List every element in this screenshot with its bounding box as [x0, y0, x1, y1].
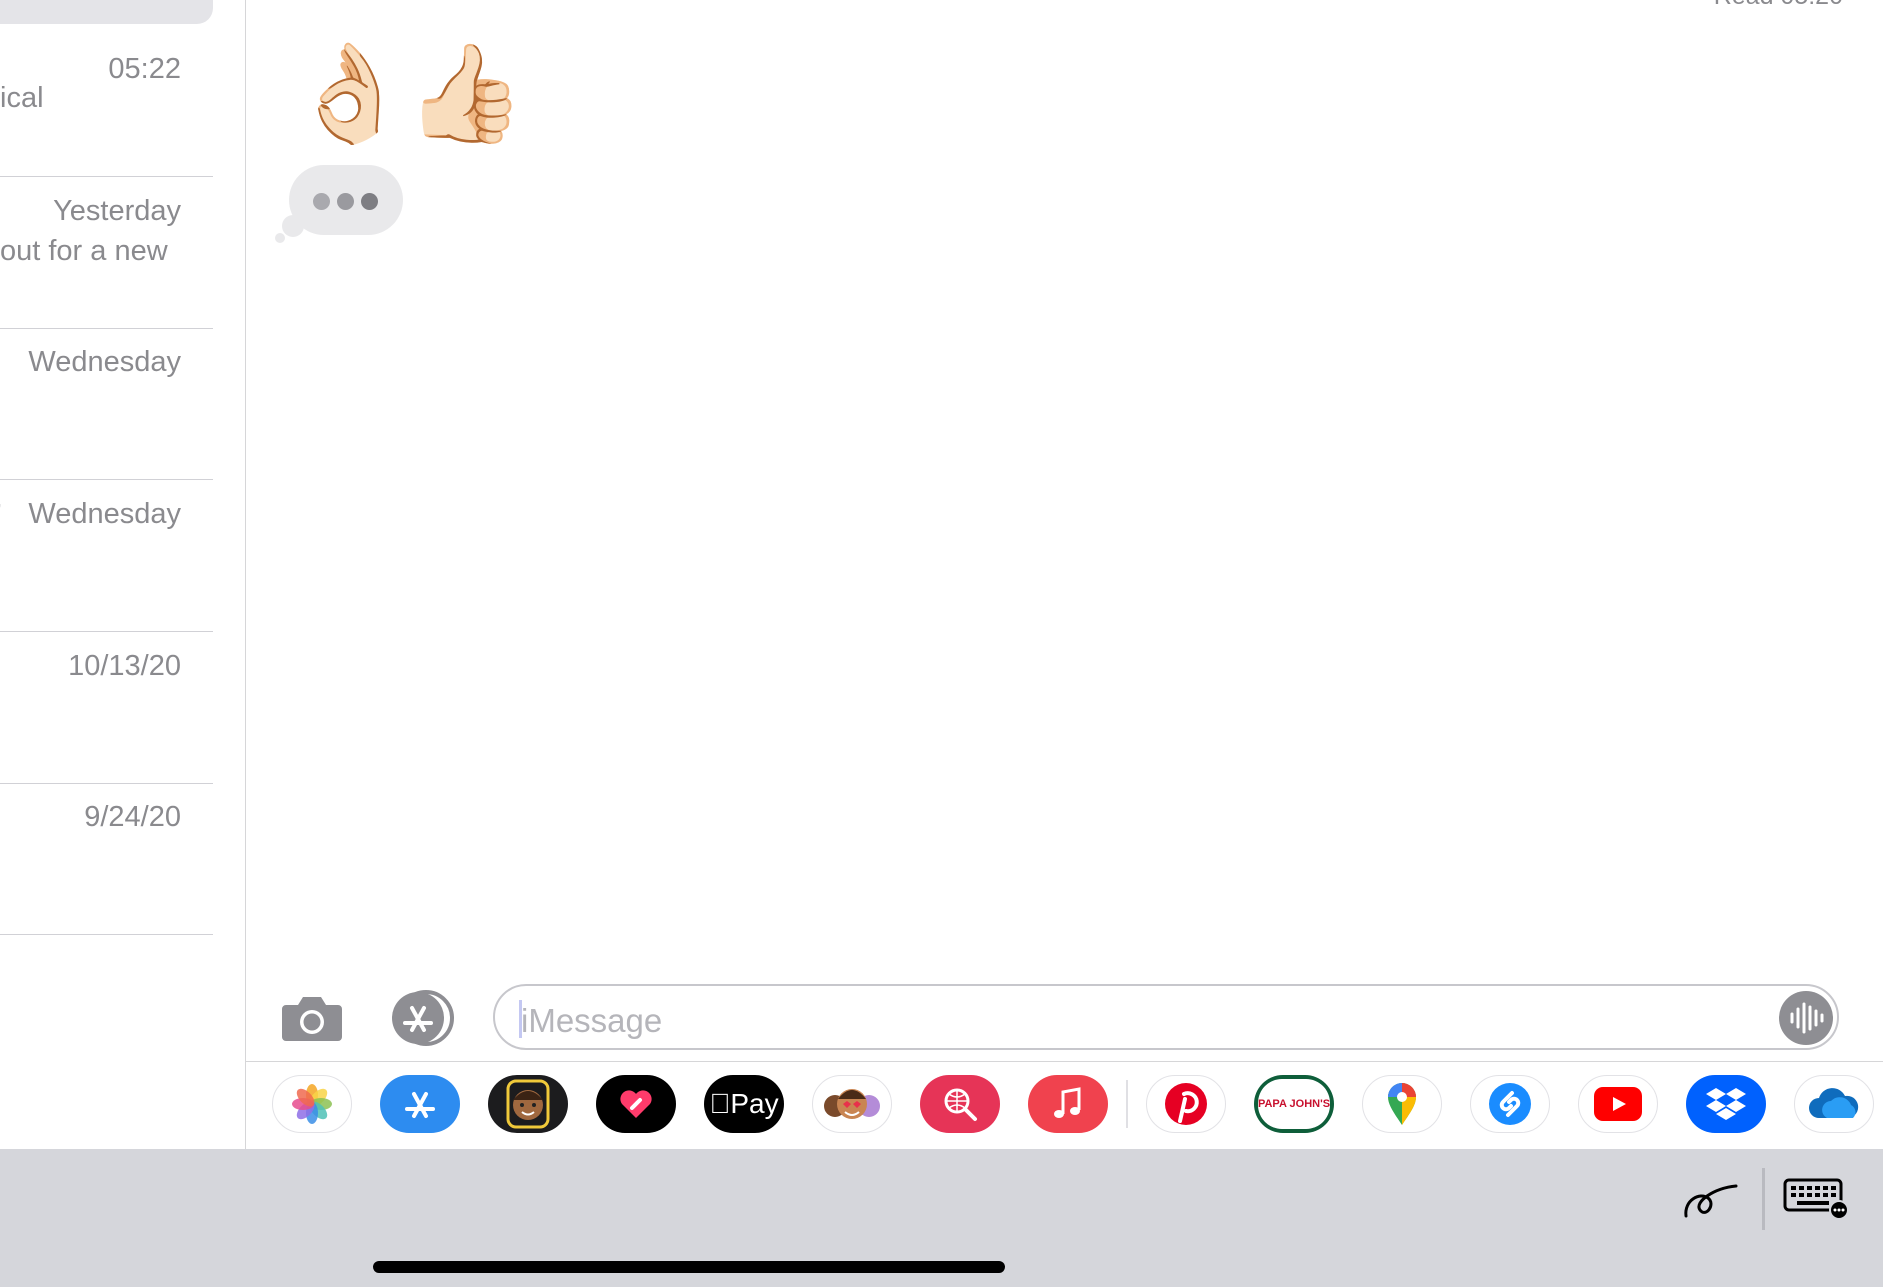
- app-store-icon: [405, 1092, 435, 1118]
- digital-touch-icon: [620, 1090, 652, 1118]
- emoji-message-bubble[interactable]: 👌🏻👍🏻: [290, 38, 525, 148]
- apple-pay-icon: : [709, 1088, 730, 1120]
- app-memoji-stickers[interactable]: [812, 1075, 892, 1133]
- google-maps-icon: [1388, 1083, 1416, 1125]
- papa-johns-icon: PAPA JOHN'S: [1258, 1079, 1330, 1129]
- message-placeholder: iMessage: [521, 1002, 663, 1039]
- app-google-maps[interactable]: [1362, 1075, 1442, 1133]
- apple-pay-label: Pay: [719, 1088, 778, 1119]
- app-drawer-separator: [1126, 1080, 1128, 1128]
- conversation-row[interactable]: 9/24/20: [0, 783, 213, 935]
- conversation-row[interactable]: Yesterday out for a new: [0, 177, 213, 329]
- dropbox-icon: [1706, 1088, 1746, 1120]
- message-input[interactable]: iMessage: [493, 984, 1839, 1050]
- memoji-icon: [506, 1079, 550, 1129]
- home-indicator[interactable]: [373, 1261, 1005, 1273]
- conversation-list: 05:22 ical Yesterday out for a new Wedne…: [0, 0, 246, 1149]
- typing-bubble-tail: [275, 233, 285, 243]
- typing-dot: [361, 193, 378, 210]
- papa-johns-label: PAPA JOHN'S: [1257, 1098, 1331, 1110]
- shazam-icon: [1489, 1083, 1531, 1125]
- read-mark: ’: [0, 498, 2, 529]
- app-store-button[interactable]: [386, 990, 458, 1046]
- app-images[interactable]: [920, 1075, 1000, 1133]
- app-app-store[interactable]: [380, 1075, 460, 1133]
- youtube-icon: [1594, 1087, 1642, 1121]
- handwriting-icon: [1684, 1184, 1738, 1218]
- memoji-stickers-icon: [824, 1089, 880, 1119]
- app-store-icon: [392, 990, 454, 1046]
- app-music[interactable]: [1028, 1075, 1108, 1133]
- audio-waveform-icon: [1790, 1002, 1824, 1034]
- app-youtube[interactable]: [1578, 1075, 1658, 1133]
- selected-conversation-row[interactable]: [0, 0, 213, 24]
- conversation-time: Wednesday: [28, 498, 181, 530]
- app-papa-johns[interactable]: PAPA JOHN'S: [1254, 1075, 1334, 1133]
- conversation-row[interactable]: Wednesday: [0, 328, 213, 480]
- app-dropbox[interactable]: [1686, 1075, 1766, 1133]
- typing-indicator: [289, 165, 403, 235]
- camera-icon: [282, 997, 342, 1041]
- keyboard-button[interactable]: [1783, 1178, 1851, 1220]
- audio-message-button[interactable]: [1779, 991, 1833, 1045]
- typing-bubble-tail: [282, 215, 304, 237]
- conversation-time: Wednesday: [28, 346, 181, 378]
- app-shazam[interactable]: [1470, 1075, 1550, 1133]
- conversation-time: 05:22: [108, 53, 181, 85]
- typing-dot: [337, 193, 354, 210]
- app-photos[interactable]: [272, 1075, 352, 1133]
- app-apple-pay[interactable]:  Pay: [704, 1075, 784, 1133]
- row-separator: [0, 934, 213, 935]
- conversation-preview: out for a new: [0, 235, 168, 267]
- typing-dot: [313, 193, 330, 210]
- music-icon: [1054, 1087, 1081, 1118]
- conversation-row[interactable]: 05:22 ical: [0, 25, 213, 177]
- conversation-row[interactable]: 10/13/20: [0, 632, 213, 784]
- app-pinterest[interactable]: [1146, 1075, 1226, 1133]
- app-onedrive[interactable]: [1794, 1075, 1874, 1133]
- onedrive-icon: [1809, 1088, 1859, 1118]
- app-memoji[interactable]: [488, 1075, 568, 1133]
- read-receipt: Read 05:20: [1714, 0, 1843, 11]
- camera-button[interactable]: [280, 993, 344, 1043]
- conversation-time: Yesterday: [53, 195, 181, 227]
- conversation-row[interactable]: ’ Wednesday: [0, 480, 213, 632]
- conversation-preview: ical: [0, 82, 44, 114]
- keyboard-icon: [1783, 1178, 1849, 1220]
- app-drawer-divider: [245, 1061, 1883, 1062]
- photos-icon: [292, 1084, 332, 1124]
- handwriting-button[interactable]: [1680, 1178, 1742, 1222]
- pinterest-icon: [1165, 1083, 1207, 1125]
- image-search-icon: [944, 1088, 977, 1121]
- accessory-divider: [1762, 1168, 1765, 1230]
- app-digital-touch[interactable]: [596, 1075, 676, 1133]
- conversation-time: 10/13/20: [68, 650, 181, 682]
- conversation-time: 9/24/20: [84, 801, 181, 833]
